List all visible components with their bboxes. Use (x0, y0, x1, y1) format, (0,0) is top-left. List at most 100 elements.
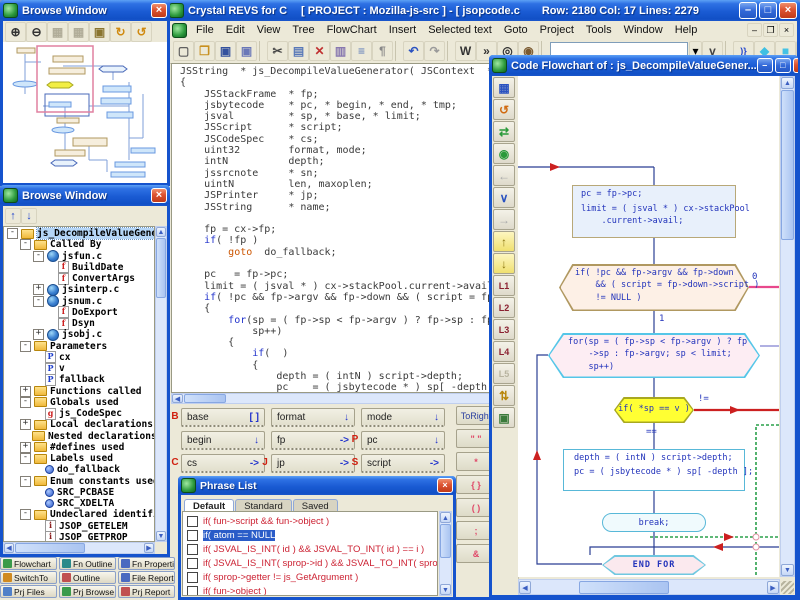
redo-button[interactable]: ↷ (424, 41, 445, 61)
tree-item-local-declarations[interactable]: +Local declarations (4, 419, 154, 430)
flow-level-5-button[interactable]: L5 (493, 363, 515, 384)
scroll-up-icon[interactable]: ▲ (440, 512, 451, 523)
menu-tools[interactable]: Tools (580, 22, 618, 38)
tree-item-v[interactable]: Pv (4, 363, 154, 374)
tree-collapse-icon[interactable]: - (33, 296, 44, 307)
mdi-close-button[interactable]: × (779, 23, 794, 37)
tree-close-button[interactable]: × (151, 188, 167, 203)
tree-item-cx[interactable]: Pcx (4, 352, 154, 363)
tree-up-button[interactable]: ↑ (5, 208, 21, 224)
flow-node-break[interactable]: break; (602, 513, 706, 532)
menu-help[interactable]: Help (669, 22, 704, 38)
cut-button[interactable]: ✂ (267, 41, 288, 61)
flow-rebuild-button[interactable]: ↺ (493, 99, 515, 120)
tree-expand-icon[interactable]: + (20, 419, 31, 430)
format-button[interactable]: ¶ (372, 41, 393, 61)
phrase-item[interactable]: if( sprop->getter != js_GetArgument ) (183, 570, 437, 584)
flow-level-4-button[interactable]: L4 (493, 341, 515, 362)
rotate-ccw-button[interactable]: ↺ (131, 22, 152, 42)
menu-tree[interactable]: Tree (286, 22, 320, 38)
tree-item-dsyn[interactable]: fDsyn (4, 318, 154, 329)
tree-down-button[interactable]: ↓ (21, 208, 37, 224)
menu-project[interactable]: Project (534, 22, 580, 38)
save-all-button[interactable]: ▣ (236, 41, 257, 61)
tree-collapse-icon[interactable]: - (20, 509, 31, 520)
menu-selected-text[interactable]: Selected text (422, 22, 498, 38)
mdi-minimize-button[interactable]: – (747, 23, 762, 37)
tree-item-undeclared-identifiers[interactable]: -Undeclared identifiers (4, 509, 154, 520)
checkbox-icon[interactable] (187, 530, 198, 541)
tab-prj-browse[interactable]: Prj Browse (59, 585, 116, 598)
flow-center-button[interactable]: ◉ (493, 143, 515, 164)
flow-forward-button[interactable]: → (493, 209, 515, 230)
rotate-cw-button[interactable]: ↻ (110, 22, 131, 42)
tree-item-builddate[interactable]: fBuildDate (4, 262, 154, 273)
flow-back-button[interactable]: ← (493, 165, 515, 186)
tree-item-globals-used[interactable]: -Globals used (4, 397, 154, 408)
flow-hscrollbar[interactable]: ◀ ▶ (518, 579, 780, 595)
undo-button[interactable]: ↶ (403, 41, 424, 61)
menu-view[interactable]: View (251, 22, 287, 38)
token-mode[interactable]: mode↓ (361, 408, 445, 427)
flow-up-button[interactable]: ↑ (493, 231, 515, 252)
zoom-out-button[interactable]: ⊖ (26, 22, 47, 42)
save-button[interactable]: ▣ (215, 41, 236, 61)
open-button[interactable]: ❒ (194, 41, 215, 61)
scroll-down-icon[interactable]: ▼ (440, 584, 451, 595)
phrase-item[interactable]: if( fun->script && fun->object ) (183, 514, 437, 528)
token-format[interactable]: format↓ (271, 408, 355, 427)
thumb-close-button[interactable]: × (151, 3, 167, 18)
tree-item-enum-constants-used[interactable]: -Enum constants used (4, 476, 154, 487)
mdi-restore-button[interactable]: ❐ (763, 23, 778, 37)
flow-node-if-sp[interactable]: if( *sp == v ) (614, 397, 694, 423)
scroll-up-icon[interactable]: ▲ (781, 77, 794, 89)
tree-hscrollbar[interactable]: ◀ ▶ (3, 542, 155, 554)
flowchart-canvas[interactable]: pc = fp->pc;limit = ( jsval * ) cx->stac… (518, 76, 779, 577)
flow-node-end-for[interactable]: END FOR (602, 555, 706, 575)
flow-close-button[interactable]: × (793, 58, 798, 73)
menu-file[interactable]: File (190, 22, 220, 38)
thumb-title-bar[interactable]: Browse Window × (0, 0, 170, 21)
phrase-item[interactable]: if( JSVAL_IS_INT( id ) && JSVAL_TO_INT( … (183, 542, 437, 556)
token-script[interactable]: script-> (361, 454, 445, 473)
scroll-left-icon[interactable]: ◀ (172, 394, 183, 403)
tree-item-src-pcbase[interactable]: SRC_PCBASE (4, 487, 154, 498)
tree-item-jsop-getelem[interactable]: iJSOP_GETELEM (4, 521, 154, 532)
flowchart-thumbnail[interactable] (3, 42, 167, 183)
phrase-item[interactable]: if( fun->object ) (183, 584, 437, 596)
flow-down-button[interactable]: ↓ (493, 253, 515, 274)
delete-button[interactable]: ✕ (309, 41, 330, 61)
flow-overview-button[interactable]: ▦ (493, 77, 515, 98)
macro-button[interactable]: ≡ (351, 41, 372, 61)
menu-window[interactable]: Window (618, 22, 669, 38)
tree-item-called-by[interactable]: -Called By (4, 239, 154, 250)
main-title-bar[interactable]: Crystal REVS for C [ PROJECT : Mozilla-j… (166, 0, 800, 21)
menu-edit[interactable]: Edit (220, 22, 251, 38)
zoom-in-button[interactable]: ⊕ (5, 22, 26, 42)
save-view-button[interactable]: ▣ (89, 22, 110, 42)
tab-prj-files[interactable]: Prj Files (0, 585, 57, 598)
token-base[interactable]: base[ ] (181, 408, 265, 427)
new-button[interactable]: ▢ (173, 41, 194, 61)
tree-collapse-icon[interactable]: - (7, 228, 18, 239)
tree-collapse-icon[interactable]: - (20, 453, 31, 464)
flow-node-for-loop[interactable]: for(sp = ( fp->sp < fp->argv ) ? fp ->sp… (548, 333, 760, 378)
find-word-button[interactable]: W (455, 41, 476, 61)
scroll-right-icon[interactable]: ▶ (144, 543, 154, 553)
tree-item-jsnum-c[interactable]: -jsnum.c (4, 296, 154, 307)
tree-item-jsobj-c[interactable]: +jsobj.c (4, 329, 154, 340)
tree-item-doexport[interactable]: fDoExport (4, 307, 154, 318)
tab-fn-properties[interactable]: Fn Properties (118, 557, 175, 570)
tree-item-fallback[interactable]: Pfallback (4, 374, 154, 385)
paste-button[interactable]: ▥ (330, 41, 351, 61)
flow-vscrollbar[interactable]: ▲ ▼ (780, 76, 795, 577)
menu-flowchart[interactable]: FlowChart (321, 22, 383, 38)
flow-expand-button[interactable]: ∨ (493, 187, 515, 208)
menu-insert[interactable]: Insert (383, 22, 423, 38)
tree-item-jsfun-c[interactable]: -jsfun.c (4, 251, 154, 262)
flow-node-assign-pc[interactable]: pc = fp->pc;limit = ( jsval * ) cx->stac… (572, 185, 736, 238)
select-mode-button[interactable]: ▦ (47, 22, 68, 42)
flow-level-2-button[interactable]: L2 (493, 297, 515, 318)
flow-maximize-button[interactable]: □ (775, 58, 791, 73)
scroll-left-icon[interactable]: ◀ (4, 543, 14, 553)
